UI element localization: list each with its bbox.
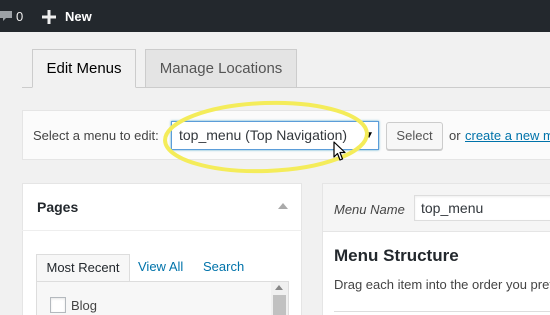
menu-structure-title: Menu Structure [334,246,459,265]
new-content-menu[interactable]: New [42,0,98,32]
comments-menu[interactable]: 0 [0,0,30,32]
pages-panel-title: Pages [37,199,79,215]
select-button[interactable]: Select [386,122,443,150]
menu-name-value: top_menu [421,200,484,216]
tab-view-all[interactable]: View All [138,254,183,282]
scroll-up-icon[interactable] [275,285,283,290]
or-text: or [449,128,461,143]
admin-bar: 0 New [0,0,550,32]
mouse-cursor-icon [333,141,346,161]
blog-label: Blog [71,298,98,313]
collapse-arrow-icon[interactable] [278,203,288,209]
menu-select-value: top_menu (Top Navigation) [179,127,348,143]
tab-edit-menus[interactable]: Edit Menus [32,49,136,88]
select-menu-label: Select a menu to edit: [33,128,159,143]
scroll-thumb[interactable] [273,295,286,315]
menu-structure-divider [334,311,550,312]
pages-panel-divider [22,230,302,231]
dropdown-arrow-icon: ▼ [364,130,374,141]
blog-checkbox[interactable] [50,297,66,313]
menu-name-label: Menu Name [334,202,405,217]
comment-icon [0,11,12,21]
menu-name-input[interactable]: top_menu [414,195,550,221]
comment-count: 0 [16,9,24,24]
menu-structure-description: Drag each item into the order you prefer… [334,277,550,292]
menu-select[interactable]: top_menu (Top Navigation) ▼ [171,121,379,150]
tab-search[interactable]: Search [203,254,244,282]
tab-manage-locations[interactable]: Manage Locations [145,49,297,88]
new-label: New [65,9,92,24]
plus-icon [42,10,56,24]
create-new-menu-link[interactable]: create a new menu [465,128,550,143]
tab-most-recent[interactable]: Most Recent [36,254,130,282]
